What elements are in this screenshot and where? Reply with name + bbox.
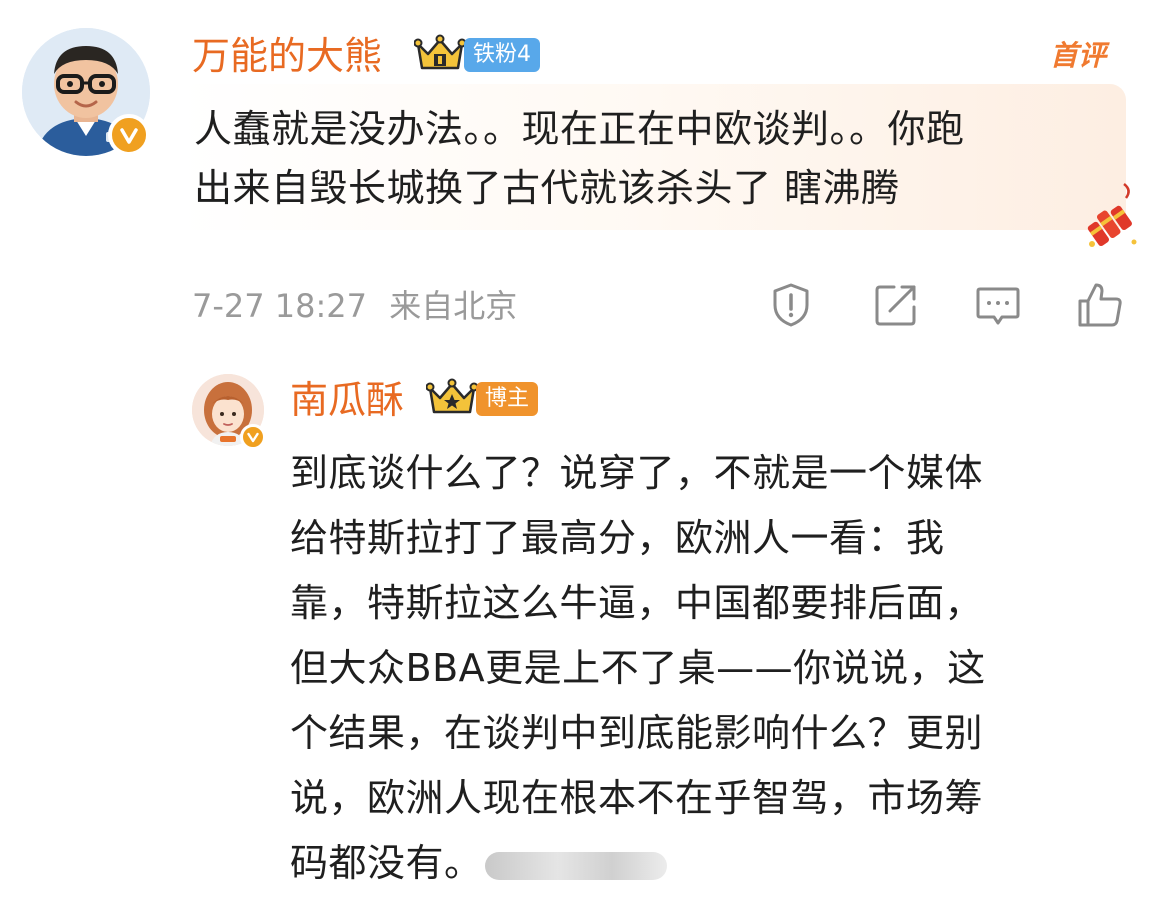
reply-text-line: 码都没有。 bbox=[290, 841, 483, 885]
comment-username[interactable]: 万能的大熊 bbox=[192, 34, 382, 78]
reply-text-line: 靠，特斯拉这么牛逼，中国都要排后面， bbox=[290, 581, 984, 625]
fan-level-badge: 铁粉4 bbox=[464, 38, 540, 72]
verified-badge-icon bbox=[108, 114, 150, 156]
reply-text-line: 但大众BBA更是上不了桌——你说说，这 bbox=[290, 646, 986, 690]
comment-text: 人蠢就是没办法。。现在正在中欧谈判。。你跑 出来自毁长城换了古代就该杀头了 瞎沸… bbox=[194, 100, 1119, 218]
comment-icon[interactable] bbox=[974, 281, 1022, 329]
crown-icon bbox=[426, 378, 478, 414]
reply-text-line: 给特斯拉打了最高分，欧洲人一看：我 bbox=[290, 516, 945, 560]
comment-text-line: 出来自毁长城换了古代就该杀头了 瞎沸腾 bbox=[194, 166, 900, 210]
reply-text-line: 个结果，在谈判中到底能影响什么？更别 bbox=[290, 711, 984, 755]
reply-text-line: 到底谈什么了？说穿了，不就是一个媒体 bbox=[290, 451, 984, 495]
comment-timestamp: 7-27 18:27 bbox=[192, 287, 368, 325]
report-icon[interactable] bbox=[767, 281, 815, 329]
blogger-badge: 博主 bbox=[476, 382, 538, 416]
like-icon[interactable] bbox=[1076, 281, 1124, 329]
comment-meta: 7-27 18:27 来自北京 bbox=[192, 284, 517, 328]
verified-badge-icon bbox=[240, 424, 266, 450]
comment-text-line: 人蠢就是没办法。。现在正在中欧谈判。。你跑 bbox=[194, 107, 965, 151]
firecracker-icon bbox=[1087, 183, 1137, 247]
reply-text-line: 说，欧洲人现在根本不在乎智驾，市场筹 bbox=[290, 776, 984, 820]
first-comment-tag: 首评 bbox=[1050, 39, 1107, 72]
comment-location: 来自北京 bbox=[389, 287, 518, 325]
share-icon[interactable] bbox=[872, 281, 920, 329]
reply-text-last-line: 码都没有。 bbox=[290, 831, 1110, 896]
reply-username[interactable]: 南瓜酥 bbox=[290, 378, 404, 422]
reply-text: 到底谈什么了？说穿了，不就是一个媒体 给特斯拉打了最高分，欧洲人一看：我 靠，特… bbox=[290, 441, 1110, 896]
crown-icon bbox=[414, 34, 466, 70]
blurred-content bbox=[484, 851, 667, 880]
